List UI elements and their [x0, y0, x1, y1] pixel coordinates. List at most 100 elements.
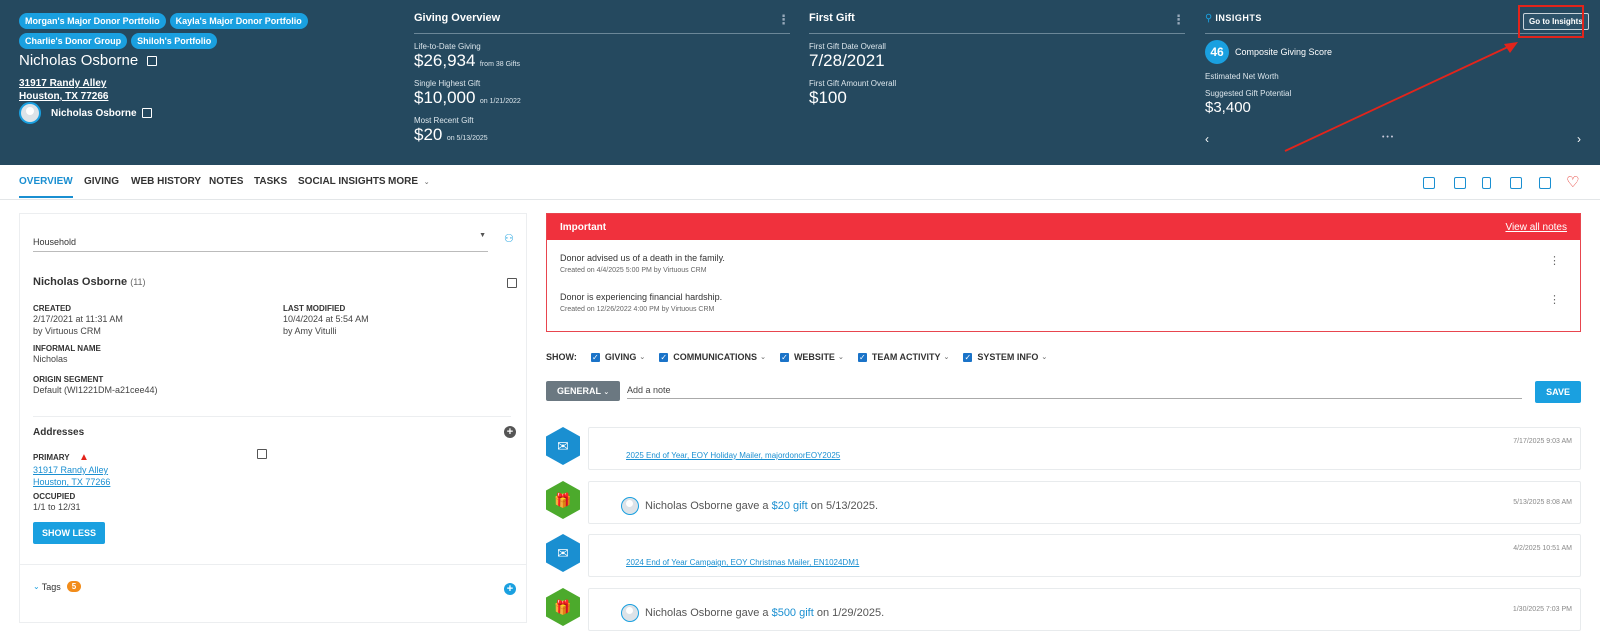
avatar — [621, 604, 639, 622]
panel-title: First Gift — [809, 12, 855, 24]
occupied-label: OCCUPIED — [33, 492, 76, 501]
checkbox-website[interactable]: ✓ — [779, 352, 789, 362]
insights-logo-text: INSIGHTS — [1215, 13, 1262, 23]
filter-label[interactable]: WEBSITE — [794, 352, 835, 362]
more-options-icon[interactable]: ⋮ — [1549, 293, 1560, 306]
donor-header: Morgan's Major Donor Portfolio Kayla's M… — [0, 0, 1600, 165]
tab-more[interactable]: MORE ⌄ — [388, 176, 430, 187]
gift-link[interactable]: $500 gift — [772, 607, 814, 619]
folder-icon[interactable] — [1539, 177, 1551, 189]
origin-label: ORIGIN SEGMENT — [33, 375, 104, 384]
badge-icon[interactable] — [1423, 177, 1435, 189]
checkbox-giving[interactable]: ✓ — [590, 352, 600, 362]
checkbox-system-info[interactable]: ✓ — [963, 352, 973, 362]
household-select-value: Household — [33, 237, 77, 247]
heart-icon[interactable]: ♡ — [1566, 173, 1579, 191]
edit-icon[interactable] — [257, 449, 267, 459]
prev-arrow-icon[interactable]: ‹ — [1205, 132, 1209, 146]
address-line-1[interactable]: 31917 Randy Alley — [19, 77, 108, 90]
activity-filters: SHOW: ✓ GIVING ⌄ ✓ COMMUNICATIONS ⌄ ✓ WEBSITE… — [546, 352, 1047, 362]
mail-icon[interactable] — [1510, 177, 1522, 189]
note-meta: Created on 4/4/2025 5:00 PM by Virtuous … — [560, 267, 707, 274]
show-label: SHOW: — [546, 352, 577, 362]
tab-social-insights[interactable]: SOCIAL INSIGHTS — [298, 176, 386, 187]
more-options-icon[interactable]: ⋮ — [1172, 12, 1185, 28]
campaign-link[interactable]: 2025 End of Year, EOY Holiday Mailer, ma… — [626, 451, 840, 460]
first-gift-date-label: First Gift Date Overall — [809, 42, 886, 51]
donor-name-text: Nicholas Osborne — [19, 52, 139, 69]
household-name-text: Nicholas Osborne — [33, 276, 128, 288]
avatar — [621, 497, 639, 515]
gift-link[interactable]: $20 gift — [772, 500, 808, 512]
note-meta: Created on 12/26/2022 4:00 PM by Virtuou… — [560, 306, 715, 313]
add-note-input[interactable]: Add a note — [627, 385, 1522, 399]
edit-icon[interactable] — [147, 56, 158, 67]
informal-label: INFORMAL NAME — [33, 344, 101, 353]
tab-giving[interactable]: GIVING — [84, 176, 119, 187]
tab-notes[interactable]: NOTES — [209, 176, 243, 187]
more-options-icon[interactable]: ⋮ — [777, 12, 790, 28]
view-all-notes-link[interactable]: View all notes — [1505, 222, 1567, 233]
primary-address[interactable]: 31917 Randy Alley Houston, TX 77266 — [33, 464, 110, 488]
tags-count-badge: 5 — [66, 581, 82, 592]
chevron-down-icon[interactable]: ⌄ — [1041, 353, 1047, 361]
filter-label[interactable]: GIVING — [605, 352, 637, 362]
donor-address[interactable]: 31917 Randy Alley Houston, TX 77266 — [19, 77, 108, 103]
annotation-arrow — [1284, 42, 1518, 152]
portfolio-pill[interactable]: Morgan's Major Donor Portfolio — [19, 13, 166, 29]
highest-label: Single Highest Gift — [414, 79, 481, 88]
address-line-1[interactable]: 31917 Randy Alley — [33, 464, 110, 476]
activity-item: 🎁 Nicholas Osborne gave a $500 gift on 1… — [546, 588, 1581, 634]
filter-label[interactable]: SYSTEM INFO — [977, 352, 1038, 362]
add-person-icon[interactable]: ⚇ — [504, 232, 514, 245]
occupied-value: 1/1 to 12/31 — [33, 502, 81, 512]
gift-icon: 🎁 — [546, 588, 580, 626]
add-tag-icon[interactable]: + — [504, 583, 516, 595]
modified-value: 10/4/2024 at 5:54 AM — [283, 314, 369, 324]
informal-value: Nicholas — [33, 354, 68, 364]
chevron-down-icon[interactable]: ⌄ — [639, 353, 645, 361]
portfolio-pill[interactable]: Charlie's Donor Group — [19, 33, 128, 49]
chevron-down-icon[interactable]: ⌄ — [838, 353, 844, 361]
gift-icon: 🎁 — [546, 481, 580, 519]
portfolio-pill[interactable]: Kayla's Major Donor Portfolio — [169, 13, 308, 29]
show-less-button[interactable]: SHOW LESS — [33, 522, 106, 544]
ltd-label: Life-to-Date Giving — [414, 42, 481, 51]
checkbox-team-activity[interactable]: ✓ — [857, 352, 867, 362]
first-gift-date-value: 7/28/2021 — [809, 51, 885, 70]
tab-web-history[interactable]: WEB HISTORY — [131, 176, 201, 187]
edit-icon[interactable] — [141, 108, 152, 118]
portfolio-pill[interactable]: Shiloh's Portfolio — [131, 33, 218, 49]
sticky-note-icon[interactable] — [1454, 177, 1466, 189]
contact-name[interactable]: Nicholas Osborne — [51, 108, 137, 119]
modified-label: LAST MODIFIED — [283, 304, 346, 313]
address-line-2[interactable]: Houston, TX 77266 — [33, 476, 110, 488]
tab-tasks[interactable]: TASKS — [254, 176, 287, 187]
activity-date: 5/13/2025 8:08 AM — [1513, 499, 1572, 506]
more-options-icon[interactable]: ⋮ — [1549, 254, 1560, 267]
created-label: CREATED — [33, 304, 72, 313]
campaign-link[interactable]: 2024 End of Year Campaign, EOY Christmas… — [626, 558, 859, 567]
tags-toggle[interactable]: ⌄ Tags 5 — [33, 581, 82, 592]
phone-icon[interactable] — [1482, 177, 1491, 189]
ltd-value: $26,934 — [414, 51, 476, 70]
household-select[interactable]: Household ▼ — [33, 232, 488, 252]
filter-label[interactable]: TEAM ACTIVITY — [872, 352, 941, 362]
chevron-down-icon[interactable]: ⌄ — [944, 353, 950, 361]
checkbox-communications[interactable]: ✓ — [659, 352, 669, 362]
filter-label[interactable]: COMMUNICATIONS — [673, 352, 757, 362]
ltd-sub: from 38 Gifts — [479, 61, 520, 68]
note-type-dropdown[interactable]: GENERAL ⌄ — [546, 381, 621, 401]
nav-tabs: OVERVIEW GIVING WEB HISTORY NOTES TASKS … — [0, 165, 1600, 200]
next-arrow-icon[interactable]: › — [1577, 132, 1581, 146]
activity-date: 1/30/2025 7:03 PM — [1512, 606, 1572, 613]
chevron-down-icon[interactable]: ⌄ — [760, 353, 766, 361]
tab-overview[interactable]: OVERVIEW — [19, 176, 73, 198]
save-button[interactable]: SAVE — [1535, 381, 1581, 403]
score-badge: 46 — [1205, 40, 1229, 64]
note-type-value: GENERAL — [557, 386, 601, 396]
add-address-icon[interactable]: + — [504, 426, 516, 438]
addresses-title: Addresses — [33, 416, 511, 438]
note-item: Donor is experiencing financial hardship… — [547, 279, 1580, 318]
edit-icon[interactable] — [507, 278, 517, 288]
